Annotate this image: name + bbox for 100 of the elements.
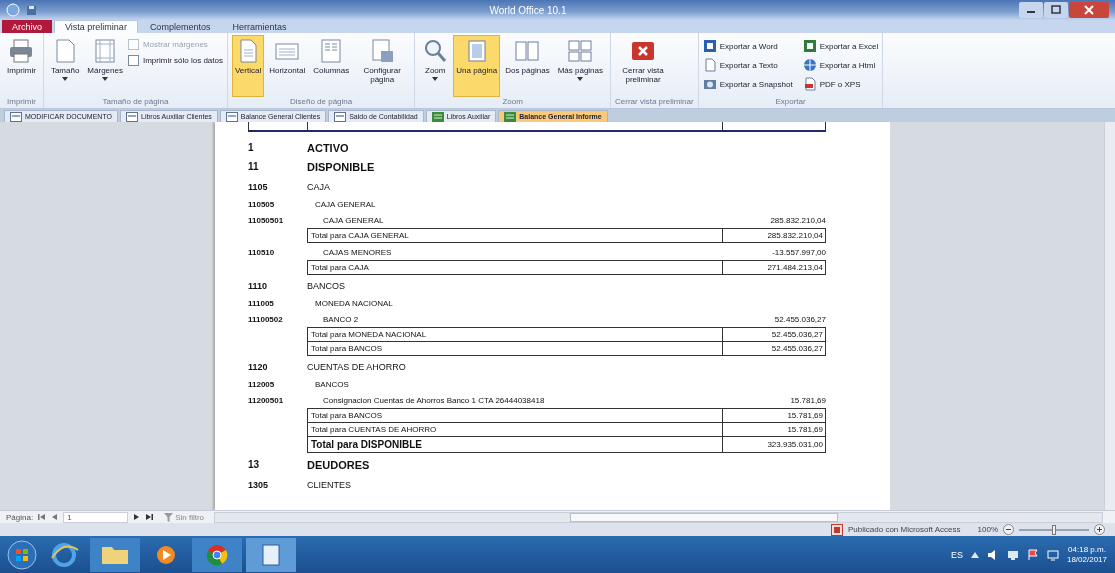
account-code: 110510 <box>248 248 276 257</box>
window-title: World Office 10.1 <box>488 4 568 16</box>
ribbon-button[interactable]: Tamaño <box>47 35 83 97</box>
printer-icon <box>8 38 35 64</box>
ribbon-tab[interactable]: Archivo <box>2 20 52 33</box>
minimize-icon[interactable] <box>1019 2 1043 18</box>
word-document-icon <box>702 39 717 53</box>
language-indicator[interactable]: ES <box>950 549 963 560</box>
export-button[interactable]: Exportar a Texto <box>702 58 793 72</box>
network-icon[interactable] <box>1006 548 1019 561</box>
zoom-out-icon[interactable] <box>1003 524 1014 535</box>
total-amount: 15.781,69 <box>722 423 825 436</box>
ribbon-button[interactable]: Más páginas <box>554 35 606 97</box>
ribbon-button[interactable]: Vertical <box>231 35 265 97</box>
vertical-scrollbar[interactable] <box>1104 122 1115 510</box>
next-page-icon[interactable] <box>132 513 141 521</box>
account-code: 1305 <box>248 480 270 490</box>
close-window-icon[interactable] <box>1069 2 1109 18</box>
page-number-field[interactable]: 1 <box>63 511 129 523</box>
caret-icon <box>102 77 109 81</box>
zoom-in-icon[interactable] <box>1094 524 1105 535</box>
application-icon[interactable] <box>6 3 20 17</box>
ribbon-button[interactable]: Una página <box>453 35 501 97</box>
horizontal-scrollbar[interactable] <box>214 511 1103 523</box>
account-code: 1105 <box>248 182 269 192</box>
ribbon-tab[interactable]: Herramientas <box>222 20 297 33</box>
total-amount: 271.484.213,04 <box>722 261 825 274</box>
status-text: Publicado con Microsoft Access <box>848 525 961 534</box>
account-name: CAJA GENERAL <box>314 200 377 209</box>
report-icon <box>431 111 444 122</box>
account-code: 110505 <box>248 200 276 209</box>
group-label: Zoom <box>501 97 524 108</box>
total-amount: 323.935.031,00 <box>722 437 825 452</box>
account-name: MONEDA NACIONAL <box>314 299 394 308</box>
ring-logo-icon[interactable] <box>192 537 242 572</box>
ribbon-button[interactable]: Horizontal <box>266 35 309 97</box>
account-name: BANCOS <box>314 380 350 389</box>
total-amount: 52.455.036,27 <box>722 342 825 355</box>
first-page-icon[interactable] <box>37 513 48 521</box>
magnifier-icon <box>422 38 449 64</box>
monitor-icon[interactable] <box>1046 548 1059 561</box>
export-button[interactable]: PDF o XPS <box>802 77 879 91</box>
account-name: ACTIVO <box>307 141 350 154</box>
ribbon-button[interactable]: Dos páginas <box>502 35 553 97</box>
export-button[interactable]: Exportar a Snapshot <box>702 77 793 91</box>
checkbox-label: Imprimir sólo los datos <box>142 56 223 65</box>
amount: 285.832.210,04 <box>769 216 826 225</box>
zoom-percentage: 100% <box>977 525 998 534</box>
up-arrow-icon[interactable] <box>970 551 979 558</box>
total-label: Total para CAJA GENERAL <box>310 231 410 240</box>
flag-icon[interactable] <box>1026 548 1039 561</box>
maximize-icon[interactable] <box>1044 2 1068 18</box>
multiple-pages-icon <box>567 38 594 64</box>
account-name: CLIENTES <box>307 480 352 490</box>
account-name: CAJAS MENORES <box>322 248 393 257</box>
checkbox[interactable] <box>127 55 139 66</box>
export-button[interactable]: Exportar a Excel <box>802 39 879 53</box>
start-button-icon[interactable] <box>6 538 38 571</box>
ribbon-button[interactable]: Cerrar vista preliminar <box>615 35 671 97</box>
account-code: 1 <box>248 142 255 153</box>
group-label: Diseño de página <box>288 97 354 108</box>
report-icon <box>504 111 517 122</box>
account-name: CAJA <box>307 182 331 192</box>
application-badge-icon <box>831 523 844 536</box>
ribbon-button[interactable]: Zoom <box>419 35 452 97</box>
account-name: Consignacion Cuentas de Ahorros Banco 1 CTA 26444038418 <box>322 396 546 405</box>
amount: 52.455.036,27 <box>773 315 826 324</box>
ribbon-tab[interactable]: Vista preliminar <box>54 20 138 33</box>
ribbon-button[interactable]: Imprimir <box>4 35 39 97</box>
previous-page-icon[interactable] <box>51 513 60 521</box>
account-code: 13 <box>248 459 261 470</box>
total-label: Total para DISPONIBLE <box>310 439 423 450</box>
document-app-icon[interactable] <box>246 537 296 572</box>
account-name: BANCOS <box>307 281 346 291</box>
account-name: DEUDORES <box>307 458 371 471</box>
ribbon-button[interactable]: Configurar página <box>354 35 411 97</box>
group-label: Tamaño de página <box>101 97 170 108</box>
account-name: CUENTAS DE AHORRO <box>307 362 407 372</box>
caret-icon <box>577 77 584 81</box>
total-amount: 285.832.210,04 <box>722 229 825 242</box>
clock-date: 18/02/2017 <box>1066 554 1107 565</box>
ribbon-tab[interactable]: Complementos <box>139 20 221 33</box>
amount: 15.781,69 <box>789 396 826 405</box>
folder-icon[interactable] <box>90 537 140 572</box>
caret-icon <box>432 77 439 81</box>
group-label: Exportar <box>774 97 807 108</box>
account-code: 11050501 <box>248 216 285 225</box>
account-code: 1110 <box>248 281 269 291</box>
save-icon[interactable] <box>26 4 37 16</box>
total-amount: 52.455.036,27 <box>722 328 825 341</box>
zoom-slider-thumb[interactable] <box>1052 524 1056 535</box>
total-label: Total para BANCOS <box>310 411 384 420</box>
page-label: Página: <box>6 512 34 522</box>
ribbon-button[interactable]: Márgenes <box>84 35 126 97</box>
last-page-icon[interactable] <box>144 513 155 521</box>
total-label: Total para CAJA <box>310 263 370 272</box>
ribbon-button[interactable]: Columnas <box>310 35 353 97</box>
export-button[interactable]: Exportar a Word <box>702 39 793 53</box>
total-label: Total para BANCOS <box>310 344 384 353</box>
export-button[interactable]: Exportar a Html <box>802 58 879 72</box>
